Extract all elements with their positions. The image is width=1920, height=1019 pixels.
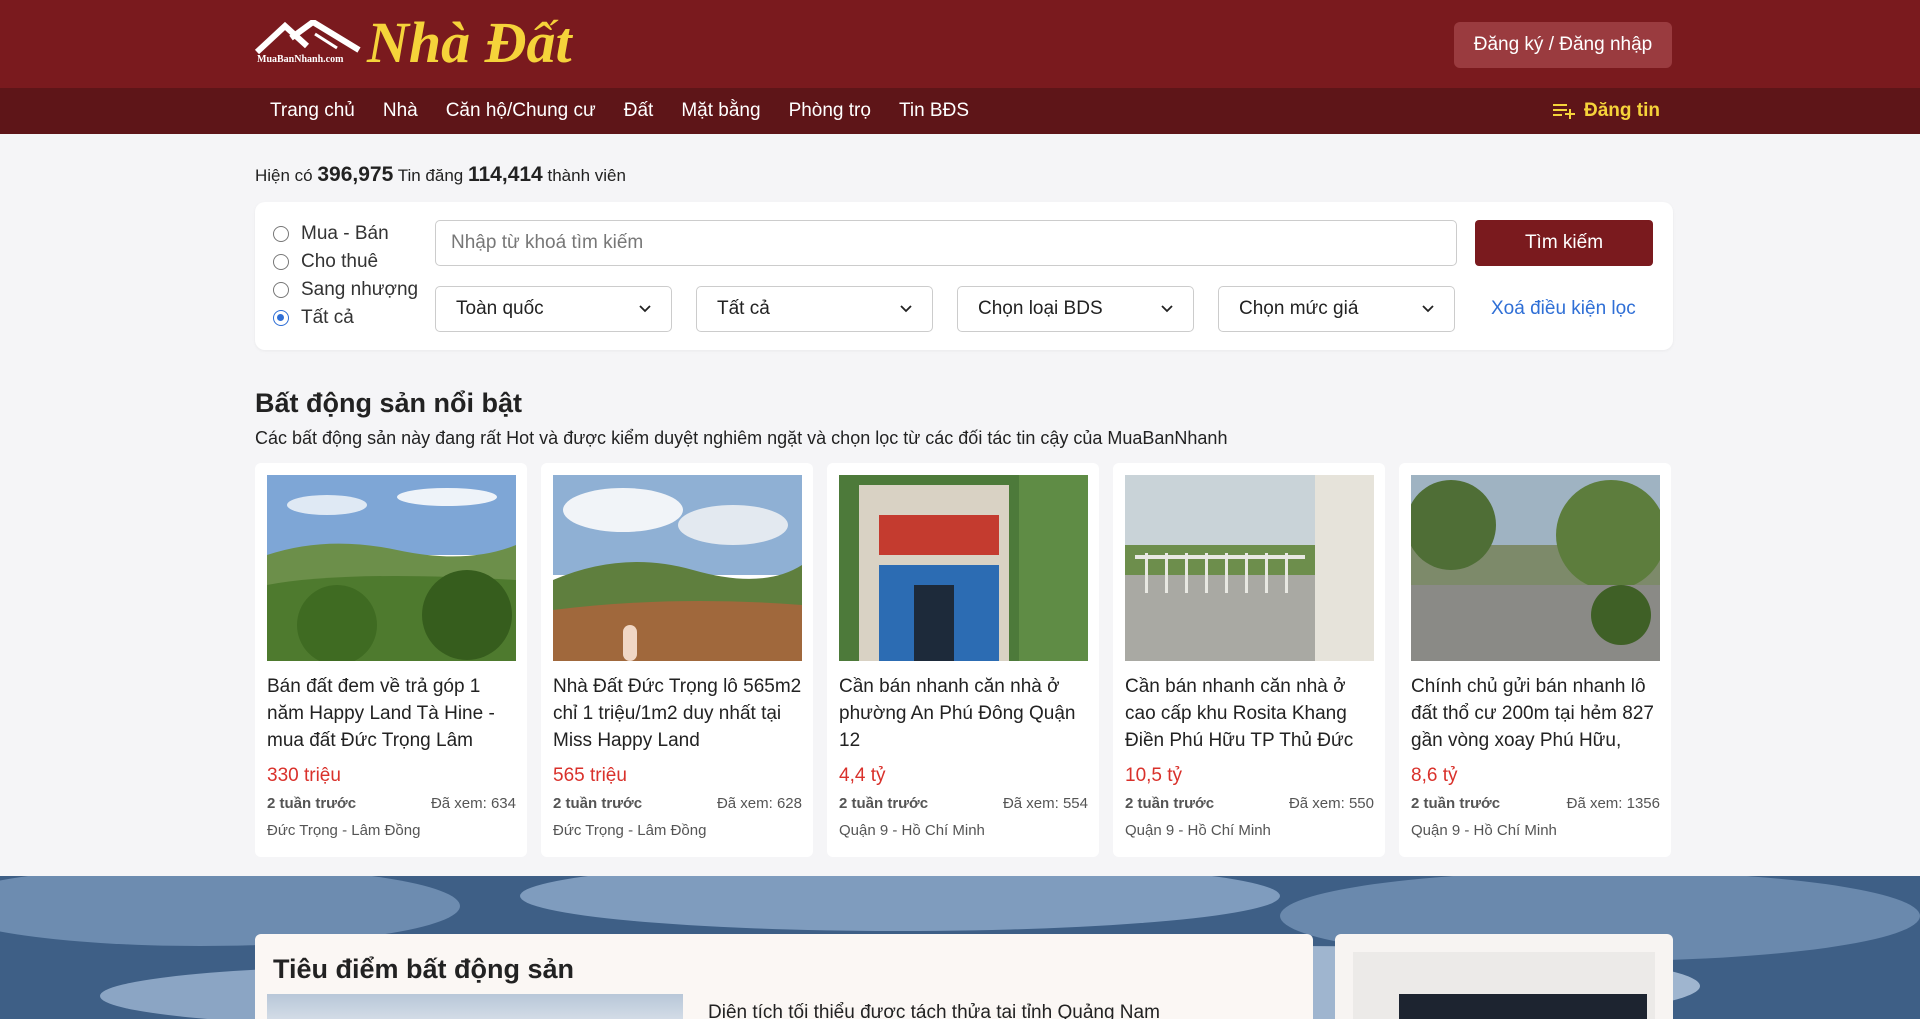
category-select[interactable]: Tất cả: [696, 286, 933, 332]
main-nav: Trang chủ Nhà Căn hộ/Chung cư Đất Mặt bằ…: [0, 88, 1920, 134]
location-select[interactable]: Toàn quốc: [435, 286, 672, 332]
property-price: 10,5 tỷ: [1125, 765, 1183, 786]
radio-transfer[interactable]: Sang nhượng: [273, 276, 418, 304]
nav-item-land[interactable]: Đất: [610, 100, 668, 122]
property-price: 8,6 tỷ: [1411, 765, 1458, 786]
property-card[interactable]: Cần bán nhanh căn nhà ở phường An Phú Đô…: [827, 463, 1099, 857]
property-card[interactable]: Nhà Đất Đức Trọng lô 565m2 chỉ 1 triệu/1…: [541, 463, 813, 857]
focus-article-link[interactable]: Diện tích tối thiểu được tách thửa tại t…: [708, 1002, 1160, 1019]
login-register-button[interactable]: Đăng ký / Đăng nhập: [1454, 22, 1672, 68]
site-stats: Hiện có 396,975 Tin đăng 114,414 thành v…: [255, 163, 626, 187]
category-select-value: Tất cả: [717, 298, 770, 319]
nav-item-home[interactable]: Trang chủ: [256, 100, 369, 122]
property-location: Quận 9 - Hồ Chí Minh: [1411, 822, 1557, 839]
nav-item-rooms[interactable]: Phòng trọ: [775, 100, 885, 122]
radio-button-icon: [273, 226, 289, 242]
featured-section-title: Bất động sản nổi bật: [255, 388, 522, 418]
focus-news-panel: Tiêu điểm bất động sản Diện tích tối thi…: [255, 934, 1313, 1019]
side-ad-dark-block: [1399, 994, 1647, 1019]
location-select-value: Toàn quốc: [456, 298, 544, 319]
property-title[interactable]: Chính chủ gửi bán nhanh lô đất thổ cư 20…: [1411, 673, 1663, 754]
members-label: thành viên: [547, 166, 626, 185]
listings-count: 396,975: [317, 163, 394, 186]
property-type-select[interactable]: Chọn loại BDS: [957, 286, 1194, 332]
radio-buy-sell[interactable]: Mua - Bán: [273, 220, 418, 248]
radio-button-icon: [273, 254, 289, 270]
side-ad-panel: [1335, 934, 1673, 1019]
radio-label: Tất cả: [301, 307, 354, 328]
property-price: 565 triệu: [553, 765, 627, 786]
property-image[interactable]: [1411, 475, 1660, 661]
listing-type-radio-group: Mua - Bán Cho thuê Sang nhượng Tất cả: [273, 220, 418, 332]
property-view-count: Đã xem: 554: [1002, 795, 1088, 812]
chevron-down-icon: [639, 305, 651, 313]
property-price: 330 triệu: [267, 765, 341, 786]
property-posted-time: 2 tuần trước: [553, 795, 643, 812]
playlist-add-icon: [1553, 104, 1575, 119]
search-button[interactable]: Tìm kiếm: [1475, 220, 1653, 266]
post-listing-label: Đăng tin: [1584, 100, 1660, 121]
radio-label: Sang nhượng: [301, 279, 419, 300]
property-view-count: Đã xem: 634: [430, 795, 516, 812]
nav-item-premises[interactable]: Mặt bằng: [667, 100, 774, 122]
property-image[interactable]: [1125, 475, 1374, 661]
property-price: 4,4 tỷ: [839, 765, 886, 786]
property-posted-time: 2 tuần trước: [839, 795, 929, 812]
property-card[interactable]: Chính chủ gửi bán nhanh lô đất thổ cư 20…: [1399, 463, 1671, 857]
nav-item-news[interactable]: Tin BĐS: [885, 100, 983, 122]
property-type-select-value: Chọn loại BDS: [978, 298, 1103, 319]
featured-section-subtitle: Các bất động sản này đang rất Hot và đượ…: [255, 428, 1228, 448]
price-range-select-value: Chọn mức giá: [1239, 298, 1359, 319]
logo-domain-text: MuaBanNhanh.com: [257, 54, 344, 65]
logo-title: Nhà Đất: [367, 10, 572, 75]
focus-article-thumbnail[interactable]: [267, 994, 683, 1019]
radio-label: Cho thuê: [301, 251, 379, 272]
price-range-select[interactable]: Chọn mức giá: [1218, 286, 1455, 332]
nav-item-apartment[interactable]: Căn hộ/Chung cư: [432, 100, 610, 122]
listings-label: Tin đăng: [397, 166, 464, 185]
property-posted-time: 2 tuần trước: [267, 795, 357, 812]
radio-all[interactable]: Tất cả: [273, 304, 418, 332]
property-image[interactable]: [553, 475, 802, 661]
property-location: Đức Trọng - Lâm Đồng: [553, 822, 707, 839]
property-view-count: Đã xem: 628: [716, 795, 802, 812]
property-title[interactable]: Nhà Đất Đức Trọng lô 565m2 chỉ 1 triệu/1…: [553, 673, 805, 754]
clear-filters-link[interactable]: Xoá điều kiện lọc: [1491, 286, 1636, 332]
radio-button-icon: [273, 282, 289, 298]
chevron-down-icon: [1422, 305, 1434, 313]
chevron-down-icon: [1161, 305, 1173, 313]
nav-item-house[interactable]: Nhà: [369, 100, 432, 122]
property-posted-time: 2 tuần trước: [1125, 795, 1215, 812]
top-header: MuaBanNhanh.com Nhà Đất Đăng ký / Đăng n…: [0, 0, 1920, 88]
property-location: Đức Trọng - Lâm Đồng: [267, 822, 421, 839]
focus-news-title: Tiêu điểm bất động sản: [273, 954, 575, 984]
property-title[interactable]: Bán đất đem về trả góp 1 năm Happy Land …: [267, 673, 519, 754]
chevron-down-icon: [900, 305, 912, 313]
members-count: 114,414: [467, 163, 543, 186]
property-view-count: Đã xem: 1356: [1566, 795, 1660, 812]
property-title[interactable]: Cần bán nhanh căn nhà ở phường An Phú Đô…: [839, 673, 1091, 754]
site-logo[interactable]: MuaBanNhanh.com Nhà Đất: [255, 10, 585, 76]
nav-menu: Trang chủ Nhà Căn hộ/Chung cư Đất Mặt bằ…: [256, 88, 983, 134]
property-location: Quận 9 - Hồ Chí Minh: [839, 822, 985, 839]
property-title[interactable]: Cần bán nhanh căn nhà ở cao cấp khu Rosi…: [1125, 673, 1377, 754]
property-view-count: Đã xem: 550: [1288, 795, 1374, 812]
property-location: Quận 9 - Hồ Chí Minh: [1125, 822, 1271, 839]
side-ad-image[interactable]: [1353, 952, 1655, 1019]
property-posted-time: 2 tuần trước: [1411, 795, 1501, 812]
search-panel: Mua - Bán Cho thuê Sang nhượng Tất cả Tì…: [255, 202, 1673, 350]
radio-rent[interactable]: Cho thuê: [273, 248, 418, 276]
radio-label: Mua - Bán: [301, 223, 389, 244]
property-image[interactable]: [267, 475, 516, 661]
radio-button-checked-icon: [273, 310, 289, 326]
property-card[interactable]: Bán đất đem về trả góp 1 năm Happy Land …: [255, 463, 527, 857]
stats-prefix: Hiện có: [255, 166, 313, 185]
search-input[interactable]: [435, 220, 1457, 266]
property-image[interactable]: [839, 475, 1088, 661]
post-listing-button[interactable]: Đăng tin: [1552, 88, 1660, 134]
featured-cards: Bán đất đem về trả góp 1 năm Happy Land …: [255, 463, 1673, 857]
property-card[interactable]: Cần bán nhanh căn nhà ở cao cấp khu Rosi…: [1113, 463, 1385, 857]
roof-logo-icon: [255, 20, 361, 54]
